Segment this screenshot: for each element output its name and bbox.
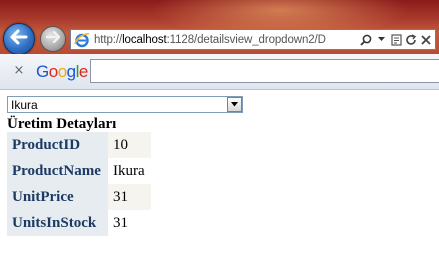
url-path: :1128/detailsview_dropdown2/D	[166, 33, 326, 46]
compat-view-icon[interactable]	[390, 33, 402, 47]
details-row: ProductName Ikura	[7, 158, 151, 184]
forward-button[interactable]	[40, 26, 66, 52]
dropdown-caret-icon[interactable]	[375, 33, 387, 47]
dropdown-selected-value: Ikura	[11, 97, 38, 112]
details-row: UnitPrice 31	[7, 184, 151, 210]
page-content: Ikura Üretim Detayları ProductID 10 Prod…	[0, 91, 439, 272]
back-button[interactable]	[3, 23, 35, 54]
chevron-down-icon[interactable]	[227, 97, 242, 112]
details-heading: Üretim Detayları	[7, 116, 117, 132]
details-view: ProductID 10 ProductName Ikura UnitPrice…	[7, 132, 151, 236]
field-value: Ikura	[108, 158, 151, 184]
ie-logo-icon	[73, 31, 91, 49]
logo-letter: g	[66, 62, 76, 81]
logo-letter: G	[36, 62, 49, 81]
address-bar[interactable]: http://localhost:1128/detailsview_dropdo…	[70, 29, 436, 50]
field-header: ProductName	[7, 158, 108, 184]
logo-letter: e	[78, 62, 88, 81]
search-icon[interactable]	[360, 33, 372, 47]
browser-navbar: http://localhost:1128/detailsview_dropdo…	[0, 0, 439, 54]
address-url[interactable]: http://localhost:1128/detailsview_dropdo…	[91, 34, 360, 46]
back-arrow-icon	[10, 29, 28, 50]
field-header: ProductID	[7, 132, 108, 158]
field-value: 31	[108, 210, 151, 236]
google-toolbar: × Google	[0, 54, 439, 90]
url-prefix: http://	[94, 33, 123, 46]
google-search-input[interactable]	[90, 59, 439, 83]
address-tools	[360, 33, 435, 47]
logo-letter: o	[48, 62, 58, 81]
field-value: 10	[108, 132, 151, 158]
field-header: UnitPrice	[7, 184, 108, 210]
logo-letter: o	[57, 62, 67, 81]
url-host: localhost	[122, 33, 167, 46]
details-row: ProductID 10	[7, 132, 151, 158]
forward-arrow-icon	[45, 30, 61, 48]
details-row: UnitsInStock 31	[7, 210, 151, 236]
field-value: 31	[108, 184, 151, 210]
product-dropdown[interactable]: Ikura	[7, 96, 243, 113]
refresh-icon[interactable]	[405, 33, 417, 47]
close-toolbar-icon[interactable]: ×	[12, 63, 26, 78]
stop-icon[interactable]	[420, 33, 432, 47]
google-logo: Google	[36, 62, 88, 82]
field-header: UnitsInStock	[7, 210, 108, 236]
